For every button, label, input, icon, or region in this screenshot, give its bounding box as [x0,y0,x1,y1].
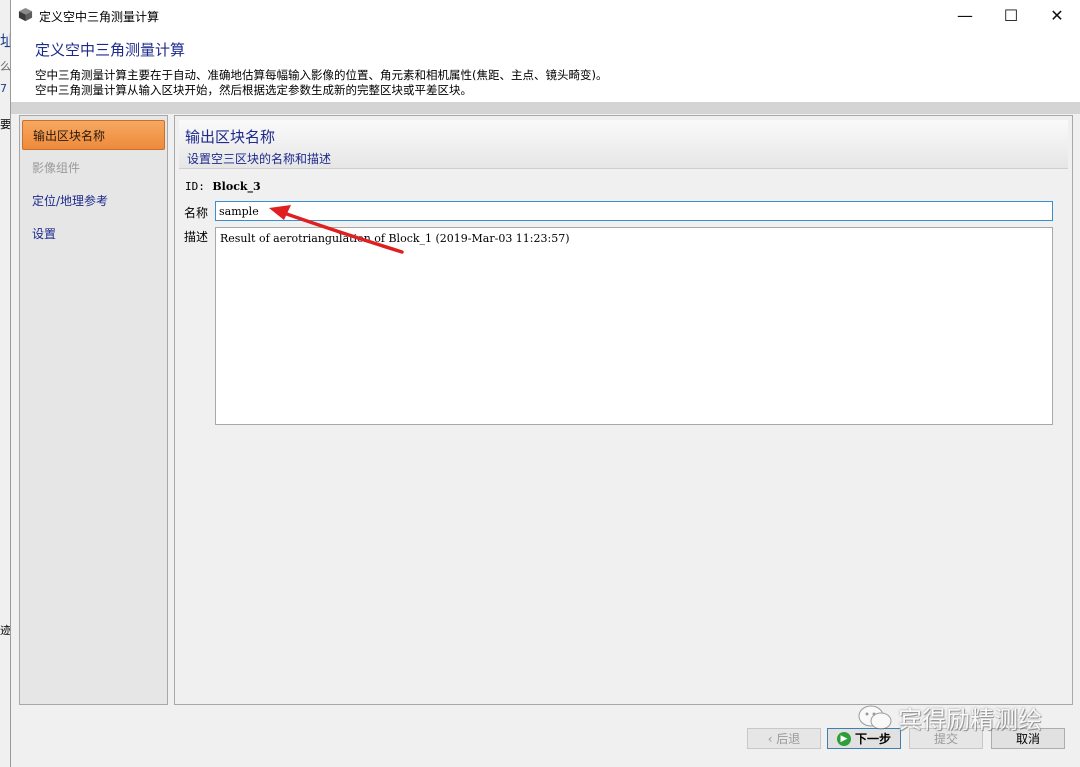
backdrop-glyph: 7 [0,82,7,95]
block-description-textarea[interactable]: Result of aerotriangulation of Block_1 (… [215,227,1053,425]
aerotriangulation-dialog: 定义空中三角测量计算 — ☐ ✕ 定义空中三角测量计算 空中三角测量计算主要在于… [10,0,1080,767]
sidebar-item-photo-components: 影像组件 [32,161,81,175]
block-id-label: ID: [185,180,205,193]
block-id-value: Block_3 [212,180,261,193]
dialog-description-line-2: 空中三角测量计算从输入区块开始，然后根据选定参数生成新的完整区块或平差区块。 [35,83,472,97]
title-bar[interactable]: 定义空中三角测量计算 — ☐ ✕ [11,0,1080,30]
chat-bubble-icon [858,705,892,729]
header-divider [11,102,1080,114]
window-title: 定义空中三角测量计算 [39,10,160,24]
app-cube-icon [18,7,33,22]
sidebar-item-positioning-georeference[interactable]: 定位/地理参考 [22,186,165,216]
step-title: 输出区块名称 [185,128,276,146]
dialog-title: 定义空中三角测量计算 [35,41,186,59]
minimize-button[interactable]: — [942,0,988,30]
description-label: 描述 [184,230,209,244]
watermark-text: 宾得励精测绘 [898,706,1042,734]
sidebar-item-settings[interactable]: 设置 [22,219,165,249]
step-header: 输出区块名称 设置空三区块的名称和描述 [179,120,1068,169]
back-button[interactable]: ‹ 后退 [747,728,821,749]
name-label: 名称 [184,206,209,220]
wizard-step-sidebar: 输出区块名称 影像组件 定位/地理参考 设置 [19,115,168,705]
sidebar-item-output-block-name[interactable]: 输出区块名称 [22,120,165,150]
step-content-panel: 输出区块名称 设置空三区块的名称和描述 ID: Block_3 名称 描述 Re… [174,115,1073,705]
block-id-row: ID: Block_3 [185,180,261,193]
maximize-button[interactable]: ☐ [988,0,1034,30]
arrow-right-circle-icon: ▶ [836,731,851,746]
watermark: 宾得励精测绘 [858,700,1042,735]
block-name-input[interactable] [215,201,1053,221]
step-subtitle: 设置空三区块的名称和描述 [187,152,332,166]
close-button[interactable]: ✕ [1034,0,1080,30]
dialog-description-line-1: 空中三角测量计算主要在于自动、准确地估算每幅输入影像的位置、角元素和相机属性(焦… [35,68,608,82]
dialog-header: 定义空中三角测量计算 空中三角测量计算主要在于自动、准确地估算每幅输入影像的位置… [11,30,1080,103]
